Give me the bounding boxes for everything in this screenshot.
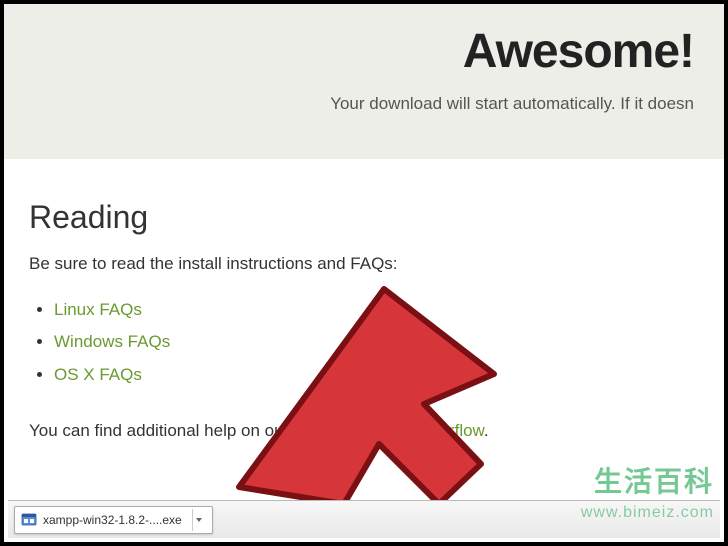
reading-heading: Reading	[29, 199, 699, 236]
download-filename: xampp-win32-1.8.2-....exe	[43, 513, 182, 527]
hero-banner: Awesome! Your download will start automa…	[4, 4, 724, 159]
reading-lead: Be sure to read the install instructions…	[29, 254, 699, 274]
list-item: OS X FAQs	[54, 359, 699, 391]
exe-file-icon	[21, 512, 37, 528]
download-item[interactable]: xampp-win32-1.8.2-....exe	[14, 506, 213, 534]
watermark-url: www.bimeiz.com	[581, 504, 714, 522]
chevron-down-icon	[195, 516, 203, 524]
download-dropdown-button[interactable]	[192, 509, 206, 531]
watermark-text: 生活百科	[594, 460, 714, 500]
hero-subtitle: Your download will start automatically. …	[34, 94, 694, 114]
linux-faqs-link[interactable]: Linux FAQs	[54, 300, 142, 319]
help-line: You can find additional help on our foru…	[29, 421, 699, 441]
list-item: Windows FAQs	[54, 326, 699, 358]
content-area: Reading Be sure to read the install inst…	[4, 159, 724, 461]
osx-faqs-link[interactable]: OS X FAQs	[54, 365, 142, 384]
hero-title: Awesome!	[34, 24, 694, 79]
faq-list: Linux FAQs Windows FAQs OS X FAQs	[54, 294, 699, 391]
stack-overflow-link[interactable]: Overflow	[413, 421, 484, 440]
list-item: Linux FAQs	[54, 294, 699, 326]
windows-faqs-link[interactable]: Windows FAQs	[54, 332, 170, 351]
help-prefix: You can find additional help on our	[29, 421, 294, 440]
help-suffix: .	[484, 421, 489, 440]
